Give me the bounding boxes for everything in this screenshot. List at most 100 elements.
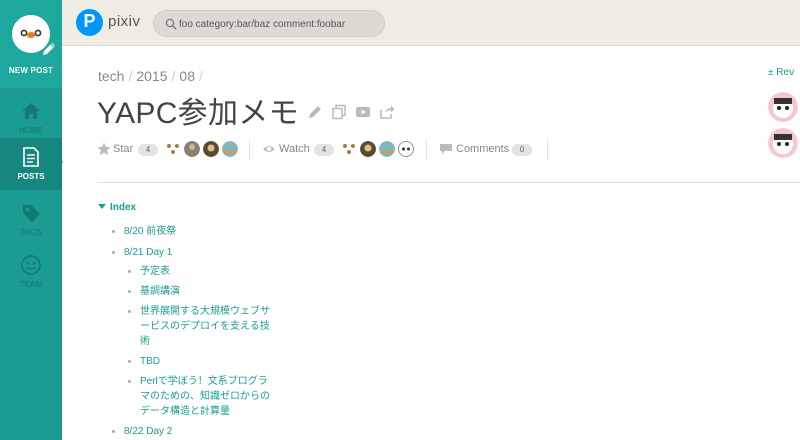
toc-text: 8/22 Day 2: [124, 426, 173, 437]
stargazer-avatar: [184, 141, 200, 157]
toc-link-continuation[interactable]: データ構造と計算量: [140, 404, 230, 419]
star-group[interactable]: Star 4: [97, 140, 247, 160]
eye-icon: [263, 146, 275, 152]
toc-link[interactable]: 世界展開する大規模ウェブサ: [128, 304, 270, 319]
bullet-icon: [128, 360, 131, 363]
bullet-icon: [112, 251, 115, 254]
sidebar-item-label: TEAM: [19, 280, 43, 289]
toc-text: 予定表: [140, 266, 170, 277]
breadcrumb-item[interactable]: 08: [179, 68, 195, 84]
watch-label: Watch: [279, 143, 310, 155]
logo-letter: P: [83, 11, 96, 31]
toc-link-continuation[interactable]: マのための、知識ゼロからの: [140, 389, 270, 404]
toc-text: ービスのデプロイを支える技: [140, 321, 270, 332]
contributor-avatar[interactable]: [768, 128, 798, 158]
caret-down-icon: [98, 204, 106, 209]
bullet-icon: [112, 230, 115, 233]
breadcrumb-item[interactable]: tech: [98, 68, 124, 84]
index-toggle[interactable]: Index: [98, 202, 136, 213]
watcher-avatar: [360, 141, 376, 157]
toc-text: データ構造と計算量: [140, 406, 230, 417]
toc-text: 術: [140, 336, 150, 347]
sidebar-item-home[interactable]: HOME: [0, 92, 62, 144]
divider: [426, 140, 427, 160]
search-icon: [165, 18, 177, 30]
breadcrumb-separator: /: [128, 68, 133, 84]
sidebar-item-label: POSTS: [17, 172, 45, 181]
team-icon: [21, 255, 41, 275]
comments-label: Comments: [456, 143, 510, 155]
home-icon: [22, 103, 40, 119]
toc-text: TBD: [140, 356, 160, 367]
pixiv-logo[interactable]: P: [76, 9, 103, 36]
top-bar: P pixiv: [62, 0, 800, 46]
new-post-button[interactable]: NEW POST: [0, 0, 62, 88]
contributor-avatar[interactable]: [768, 92, 798, 122]
page-title: YAPC参加メモ: [97, 97, 299, 130]
new-post-label: NEW POST: [8, 66, 54, 75]
divider: [249, 140, 250, 160]
breadcrumb-separator: /: [171, 68, 176, 84]
stargazer-avatar: [222, 141, 238, 157]
sidebar-item-label: HOME: [19, 126, 43, 135]
logo-text: pixiv: [108, 13, 141, 30]
stargazer-avatar: [167, 144, 179, 154]
document-icon: [23, 147, 39, 167]
pencil-icon: [43, 43, 55, 55]
revision-label: Rev: [776, 67, 795, 78]
toc-link[interactable]: 基調講演: [128, 284, 180, 299]
comment-icon: [440, 144, 452, 154]
sidebar-item-label: TAGS: [20, 228, 42, 237]
bullet-icon: [128, 270, 131, 273]
breadcrumb-separator: /: [198, 68, 203, 84]
meta-row: Star 4 Watch 4 Comments 0: [97, 140, 557, 160]
sidebar: NEW POST HOME POSTS TAGS TEAM: [0, 0, 63, 440]
toc-link[interactable]: 8/21 Day 1: [112, 245, 173, 260]
active-indicator: [56, 154, 63, 170]
index-heading: Index: [110, 202, 137, 213]
toc-text: 8/21 Day 1: [124, 247, 173, 258]
watcher-avatar: [343, 144, 355, 154]
watch-group[interactable]: Watch 4: [262, 140, 422, 160]
sidebar-item-posts[interactable]: POSTS: [0, 138, 62, 190]
breadcrumb: tech/2015/08/: [98, 68, 207, 84]
copy-icon[interactable]: [331, 104, 347, 120]
star-icon: [97, 142, 111, 155]
sidebar-item-team[interactable]: TEAM: [0, 246, 62, 298]
comments-count: 0: [512, 144, 532, 156]
edit-icon[interactable]: [307, 104, 323, 120]
comments-group[interactable]: Comments 0: [439, 140, 549, 160]
toc-link-continuation[interactable]: ービスのデプロイを支える技: [140, 319, 270, 334]
content-divider: [97, 182, 800, 183]
search-input[interactable]: [179, 16, 379, 32]
toc-link[interactable]: TBD: [128, 354, 160, 369]
divider: [547, 140, 548, 160]
search-box[interactable]: [153, 10, 385, 37]
toc-link[interactable]: 8/22 Day 2: [112, 424, 173, 439]
watcher-avatar: [398, 141, 414, 157]
watch-count: 4: [314, 144, 334, 156]
toc-text: Perlで学ぼう！文系プログラ: [140, 376, 268, 387]
toc-text: 8/20 前夜祭: [124, 226, 177, 237]
toc-text: 世界展開する大規模ウェブサ: [140, 306, 270, 317]
sidebar-item-tags[interactable]: TAGS: [0, 194, 62, 246]
star-label: Star: [113, 143, 134, 155]
toc-text: マのための、知識ゼロからの: [140, 391, 270, 402]
bullet-icon: [128, 290, 131, 293]
watcher-avatar: [379, 141, 395, 157]
bullet-icon: [112, 430, 115, 433]
bullet-icon: [128, 310, 131, 313]
toc-link[interactable]: 8/20 前夜祭: [112, 224, 177, 239]
toc-link[interactable]: Perlで学ぼう！文系プログラ: [128, 374, 268, 389]
toc-link[interactable]: 予定表: [128, 264, 170, 279]
toc-link-continuation[interactable]: 術: [140, 334, 150, 349]
title-actions: [307, 104, 407, 122]
revision-link[interactable]: ± Rev: [768, 67, 794, 78]
breadcrumb-item[interactable]: 2015: [136, 68, 167, 84]
bullet-icon: [128, 380, 131, 383]
tag-icon: [23, 205, 40, 222]
slideshow-icon[interactable]: [355, 104, 371, 120]
toc-text: 基調講演: [140, 286, 180, 297]
stargazer-avatar: [203, 141, 219, 157]
share-icon[interactable]: [379, 104, 395, 120]
